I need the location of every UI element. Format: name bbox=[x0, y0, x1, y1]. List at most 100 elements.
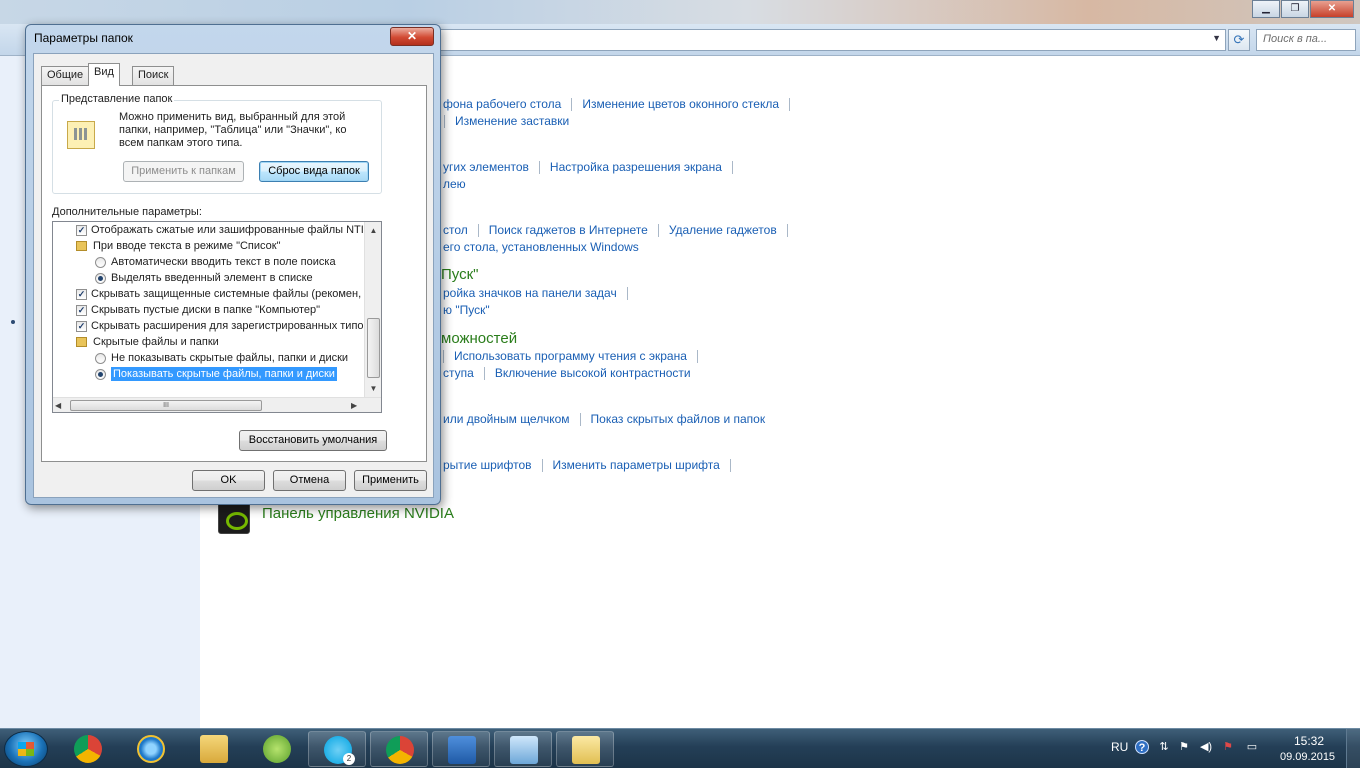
checkbox-checked[interactable]: ✓ bbox=[76, 304, 87, 316]
taskbar-internet-explorer[interactable] bbox=[122, 731, 180, 767]
radio-checked[interactable] bbox=[95, 272, 106, 284]
heading-row: можностей bbox=[441, 330, 517, 347]
tray-expand-icon[interactable]: ⇅ bbox=[1157, 740, 1171, 754]
radio-checked[interactable] bbox=[95, 368, 106, 380]
action-center-icon[interactable]: ⚑ bbox=[1221, 740, 1235, 754]
start-button[interactable] bbox=[4, 731, 48, 767]
tree-radio-item[interactable]: Автоматически вводить текст в поле поиск… bbox=[95, 254, 336, 270]
chevron-down-icon[interactable]: ▼ bbox=[1212, 33, 1221, 43]
ok-button[interactable]: OK bbox=[192, 470, 265, 491]
cancel-button[interactable]: Отмена bbox=[273, 470, 346, 491]
heading-start-menu[interactable]: Пуск" bbox=[441, 266, 479, 283]
link-restore-gadgets[interactable]: его стола, установленных Windows bbox=[443, 240, 639, 254]
utorrent-icon bbox=[263, 735, 291, 763]
checkbox-checked[interactable]: ✓ bbox=[76, 224, 87, 236]
nvidia-icon[interactable] bbox=[218, 502, 250, 534]
scroll-down-icon[interactable]: ▼ bbox=[365, 380, 381, 397]
link-start-menu[interactable]: ю "Пуск" bbox=[443, 303, 490, 317]
separator bbox=[571, 97, 573, 111]
close-button[interactable]: ✕ bbox=[1310, 0, 1354, 18]
separator bbox=[477, 223, 479, 237]
taskbar-control-panel[interactable] bbox=[494, 731, 552, 767]
separator bbox=[789, 97, 791, 111]
link-remove-gadgets[interactable]: Удаление гаджетов bbox=[669, 223, 777, 237]
advanced-settings-tree[interactable]: ✓ Отображать сжатые или зашифрованные фа… bbox=[52, 221, 382, 413]
minimize-button[interactable]: ▁ bbox=[1252, 0, 1280, 18]
link-screen-resolution[interactable]: Настройка разрешения экрана bbox=[550, 160, 722, 174]
clock-date[interactable]: 09.09.2015 bbox=[1280, 751, 1335, 763]
tree-radio-item[interactable]: Показывать скрытые файлы, папки и диски bbox=[95, 366, 337, 382]
link-screensaver[interactable]: Изменение заставки bbox=[455, 114, 569, 128]
search-input[interactable]: Поиск в па... bbox=[1256, 29, 1356, 51]
tab-general[interactable]: Общие bbox=[41, 66, 90, 85]
link-gadgets-desktop[interactable]: стол bbox=[443, 223, 468, 237]
taskbar-skype[interactable]: 2 bbox=[308, 731, 366, 767]
link-font-settings[interactable]: Изменить параметры шрифта bbox=[553, 458, 720, 472]
checkbox-checked[interactable]: ✓ bbox=[76, 288, 87, 300]
control-panel-icon bbox=[510, 736, 538, 764]
clock-time[interactable]: 15:32 bbox=[1294, 734, 1324, 748]
reset-folders-button[interactable]: Сброс вида папок bbox=[259, 161, 369, 182]
taskbar-chrome[interactable] bbox=[59, 731, 117, 767]
tree-radio-item[interactable]: Не показывать скрытые файлы, папки и дис… bbox=[95, 350, 348, 366]
link-row: рытие шрифтов Изменить параметры шрифта bbox=[443, 458, 741, 472]
link-find-gadgets-online[interactable]: Поиск гаджетов в Интернете bbox=[489, 223, 648, 237]
address-input[interactable]: ▼ bbox=[440, 29, 1226, 51]
volume-icon[interactable]: ◀) bbox=[1199, 740, 1213, 754]
taskbar-utorrent[interactable] bbox=[248, 731, 306, 767]
maximize-button[interactable]: ❐ bbox=[1281, 0, 1309, 18]
network-icon[interactable]: ⚑ bbox=[1177, 740, 1191, 754]
heading-nvidia[interactable]: Панель управления NVIDIA bbox=[262, 505, 454, 522]
tree-radio-item[interactable]: Выделять введенный элемент в списке bbox=[95, 270, 313, 286]
tree-checkbox-item[interactable]: ✓ Отображать сжатые или зашифрованные фа… bbox=[76, 222, 364, 238]
link-panel[interactable]: лею bbox=[443, 177, 466, 191]
apply-to-folders-button[interactable]: Применить к папкам bbox=[123, 161, 244, 182]
folder-view-group: Представление папок Можно применить вид,… bbox=[52, 93, 382, 194]
show-desktop-button[interactable] bbox=[1346, 729, 1360, 768]
scroll-right-icon[interactable]: ▶ bbox=[351, 398, 357, 412]
notification-badge: 2 bbox=[343, 753, 355, 765]
taskbar-chrome-2[interactable] bbox=[370, 731, 428, 767]
restore-defaults-button[interactable]: Восстановить умолчания bbox=[239, 430, 387, 451]
help-icon[interactable]: ? bbox=[1135, 740, 1149, 754]
scroll-thumb[interactable] bbox=[367, 318, 380, 378]
link-window-color[interactable]: Изменение цветов оконного стекла bbox=[582, 97, 779, 111]
taskbar-folder-options[interactable] bbox=[556, 731, 614, 767]
checkbox-checked[interactable]: ✓ bbox=[76, 320, 87, 332]
scroll-thumb[interactable]: III bbox=[70, 400, 262, 411]
close-icon[interactable]: ✕ bbox=[390, 27, 434, 46]
separator bbox=[483, 366, 485, 380]
link-row: ю "Пуск" bbox=[443, 303, 490, 317]
radio-unchecked[interactable] bbox=[95, 256, 106, 268]
link-screen-reader[interactable]: Использовать программу чтения с экрана bbox=[454, 349, 687, 363]
link-preview-fonts[interactable]: рытие шрифтов bbox=[443, 458, 532, 472]
radio-unchecked[interactable] bbox=[95, 352, 106, 364]
link-high-contrast[interactable]: Включение высокой контрастности bbox=[495, 366, 691, 380]
scroll-up-icon[interactable]: ▲ bbox=[365, 222, 381, 239]
vertical-scrollbar[interactable]: ▲ ▼ bbox=[364, 222, 381, 397]
link-desktop-background[interactable]: фона рабочего стола bbox=[443, 97, 561, 111]
link-show-hidden-files[interactable]: Показ скрытых файлов и папок bbox=[591, 412, 766, 426]
separator bbox=[579, 412, 581, 426]
tree-checkbox-item[interactable]: ✓ Скрывать пустые диски в папке "Компьют… bbox=[76, 302, 320, 318]
link-other-elements[interactable]: угих элементов bbox=[443, 160, 529, 174]
dialog-body: Общие Вид Поиск Представление папок Можн… bbox=[33, 53, 434, 498]
apply-button[interactable]: Применить bbox=[354, 470, 427, 491]
heading-accessibility[interactable]: можностей bbox=[441, 330, 517, 347]
link-taskbar-icons[interactable]: ройка значков на панели задач bbox=[443, 286, 617, 300]
language-indicator[interactable]: RU bbox=[1111, 740, 1128, 754]
link-row: угих элементов Настройка разрешения экра… bbox=[443, 160, 743, 174]
link-accessibility-center[interactable]: ступа bbox=[443, 366, 474, 380]
window-controls: ▁ ❐ ✕ bbox=[1251, 0, 1354, 18]
tree-checkbox-item[interactable]: ✓ Скрывать расширения для зарегистрирова… bbox=[76, 318, 364, 334]
horizontal-scrollbar[interactable]: ◀ III ▶ bbox=[53, 397, 381, 412]
tab-search[interactable]: Поиск bbox=[132, 66, 175, 85]
taskbar-word[interactable] bbox=[432, 731, 490, 767]
taskbar-explorer[interactable] bbox=[185, 731, 243, 767]
link-double-click[interactable]: или двойным щелчком bbox=[443, 412, 570, 426]
tree-checkbox-item[interactable]: ✓ Скрывать защищенные системные файлы (р… bbox=[76, 286, 361, 302]
tab-view[interactable]: Вид bbox=[88, 63, 120, 86]
power-icon[interactable]: ▭ bbox=[1245, 740, 1259, 754]
refresh-icon[interactable]: ⟳ bbox=[1228, 29, 1250, 51]
scroll-left-icon[interactable]: ◀ bbox=[55, 398, 61, 412]
